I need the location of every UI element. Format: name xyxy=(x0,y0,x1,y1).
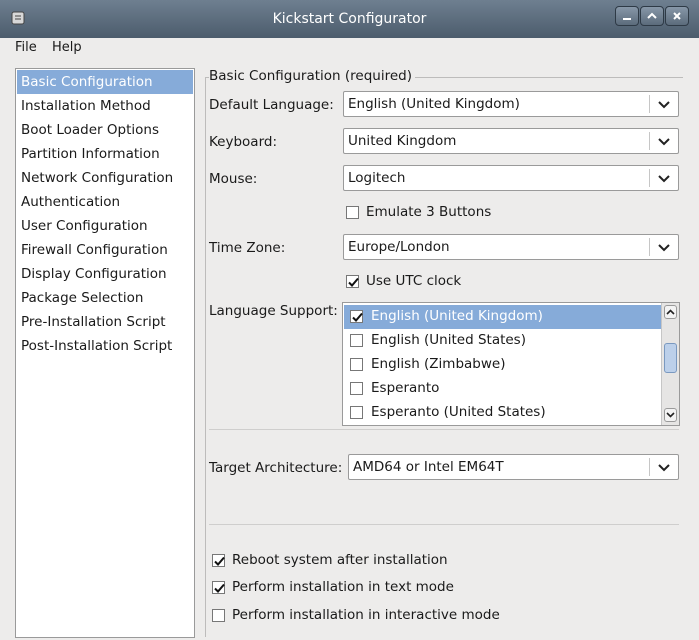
sidebar-item-installation-method[interactable]: Installation Method xyxy=(17,94,193,118)
target-architecture-label: Target Architecture: xyxy=(209,460,343,476)
language-checkbox[interactable] xyxy=(350,334,363,347)
minimize-icon xyxy=(623,18,631,20)
default-language-value: English (United Kingdom) xyxy=(348,96,520,112)
sidebar-item-post-installation-script[interactable]: Post-Installation Script xyxy=(17,334,193,358)
reboot-checkbox[interactable] xyxy=(212,554,225,567)
default-language-combo[interactable]: English (United Kingdom) xyxy=(343,91,679,117)
list-item[interactable]: Esperanto xyxy=(344,377,661,401)
list-item[interactable]: Esperanto (United States) xyxy=(344,401,661,425)
keyboard-combo[interactable]: United Kingdom xyxy=(343,128,679,154)
target-architecture-value: AMD64 or Intel EM64T xyxy=(353,459,504,475)
use-utc-clock-checkbox[interactable] xyxy=(346,275,359,288)
text-mode-checkbox[interactable] xyxy=(212,581,225,594)
language-checkbox[interactable] xyxy=(350,406,363,419)
emulate-3-buttons-checkbox[interactable] xyxy=(346,206,359,219)
language-label: Esperanto (United States) xyxy=(371,404,546,420)
time-zone-combo[interactable]: Europe/London xyxy=(343,234,679,260)
combo-divider xyxy=(649,238,650,256)
mouse-label: Mouse: xyxy=(209,171,258,187)
sidebar-item-package-selection[interactable]: Package Selection xyxy=(17,286,193,310)
sidebar-item-authentication[interactable]: Authentication xyxy=(17,190,193,214)
interactive-mode-checkbox[interactable] xyxy=(212,609,225,622)
use-utc-clock-label: Use UTC clock xyxy=(366,273,462,289)
checkmark-icon xyxy=(348,277,359,287)
interactive-mode-label: Perform installation in interactive mode xyxy=(232,607,500,623)
maximize-icon xyxy=(647,12,657,19)
combo-divider xyxy=(649,132,650,150)
chevron-down-icon xyxy=(658,464,670,472)
separator xyxy=(209,429,679,430)
sidebar-item-boot-loader-options[interactable]: Boot Loader Options xyxy=(17,118,193,142)
scroll-down-button[interactable] xyxy=(664,408,677,422)
menu-bar: File Help xyxy=(0,38,699,60)
scroll-thumb[interactable] xyxy=(664,343,677,373)
combo-divider xyxy=(649,458,650,476)
emulate-3-buttons-label: Emulate 3 Buttons xyxy=(366,204,492,220)
separator xyxy=(209,524,679,525)
language-label: Esperanto xyxy=(371,380,440,396)
default-language-label: Default Language: xyxy=(209,97,334,113)
checkmark-icon xyxy=(352,312,363,322)
combo-divider xyxy=(649,169,650,187)
mouse-value: Logitech xyxy=(348,170,406,186)
language-support-label: Language Support: xyxy=(209,303,338,319)
title-bar[interactable]: Kickstart Configurator xyxy=(0,0,699,38)
combo-divider xyxy=(649,95,650,113)
sidebar-item-firewall-configuration[interactable]: Firewall Configuration xyxy=(17,238,193,262)
checkmark-icon xyxy=(214,583,225,593)
sidebar-item-display-configuration[interactable]: Display Configuration xyxy=(17,262,193,286)
keyboard-value: United Kingdom xyxy=(348,133,457,149)
language-label: English (United Kingdom) xyxy=(371,308,543,324)
group-title: Basic Configuration (required) xyxy=(209,68,415,84)
list-item[interactable]: English (Zimbabwe) xyxy=(344,353,661,377)
sidebar-item-network-configuration[interactable]: Network Configuration xyxy=(17,166,193,190)
chevron-down-icon xyxy=(658,138,670,146)
sidebar-item-basic-configuration[interactable]: Basic Configuration xyxy=(17,70,193,94)
main-content: Basic Configuration Installation Method … xyxy=(0,60,699,640)
close-button[interactable] xyxy=(665,6,689,26)
sidebar: Basic Configuration Installation Method … xyxy=(15,68,195,638)
chevron-up-icon xyxy=(666,309,675,315)
chevron-down-icon xyxy=(658,244,670,252)
window-title: Kickstart Configurator xyxy=(272,11,427,27)
language-checkbox[interactable] xyxy=(350,310,363,323)
maximize-button[interactable] xyxy=(640,6,664,26)
language-checkbox[interactable] xyxy=(350,358,363,371)
mouse-combo[interactable]: Logitech xyxy=(343,165,679,191)
sidebar-item-user-configuration[interactable]: User Configuration xyxy=(17,214,193,238)
language-label: English (United States) xyxy=(371,332,526,348)
list-item[interactable]: English (United Kingdom) xyxy=(344,305,661,329)
time-zone-value: Europe/London xyxy=(348,239,450,255)
chevron-down-icon xyxy=(658,101,670,109)
checkmark-icon xyxy=(214,556,225,566)
language-checkbox[interactable] xyxy=(350,382,363,395)
target-architecture-combo[interactable]: AMD64 or Intel EM64T xyxy=(348,454,679,480)
time-zone-label: Time Zone: xyxy=(209,240,286,256)
language-support-list[interactable]: English (United Kingdom) English (United… xyxy=(342,302,680,426)
sidebar-item-pre-installation-script[interactable]: Pre-Installation Script xyxy=(17,310,193,334)
minimize-button[interactable] xyxy=(615,6,639,26)
chevron-down-icon xyxy=(666,412,675,418)
menu-help[interactable]: Help xyxy=(52,40,82,55)
reboot-label: Reboot system after installation xyxy=(232,552,448,568)
group-frame-left xyxy=(205,77,206,637)
language-label: English (Zimbabwe) xyxy=(371,356,506,372)
list-item[interactable]: English (United States) xyxy=(344,329,661,353)
text-mode-label: Perform installation in text mode xyxy=(232,579,454,595)
menu-file[interactable]: File xyxy=(15,40,37,55)
scroll-up-button[interactable] xyxy=(664,305,677,319)
keyboard-label: Keyboard: xyxy=(209,134,278,150)
language-list-scrollbar[interactable] xyxy=(661,303,679,425)
sidebar-item-partition-information[interactable]: Partition Information xyxy=(17,142,193,166)
chevron-down-icon xyxy=(658,175,670,183)
close-icon xyxy=(673,12,681,20)
